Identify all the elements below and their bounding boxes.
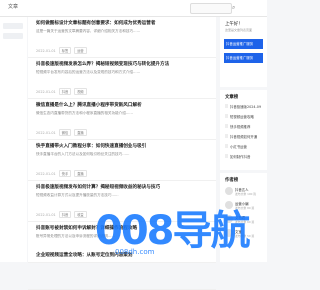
article-snippet: 这是一篇关于运营的文章摘要内容，详细介绍相关方法和技巧…… [36,29,141,33]
left-nav-item[interactable] [3,23,23,29]
ad-text: 抖音运营推广服务 [226,42,254,46]
article-title[interactable]: 抖音极速版视频发表怎么弄？揭秘短视频变现技巧与转化提升方法 [36,62,169,68]
ad-text: 抖音运营推广服务 [226,56,254,60]
left-nav-item[interactable] [3,33,23,39]
article-meta: 2022-01-01 抖音 收益 [36,211,87,218]
article-meta: 2022-01-01 微信 直播 [36,129,87,136]
recommend-section-title: 文章榜 [225,95,239,100]
article-title[interactable]: 抖音极速版视频发布如何计算？揭秘短视频收益的秘诀与技巧 [36,185,160,191]
article-item[interactable]: 如何做图标设计文章标题有创意要求：如何成为优秀运营者 这是一篇关于运营的文章摘要… [28,17,216,58]
top-navigation-bar: 文章 ⌕ [0,0,267,17]
article-tag[interactable]: 标签 [58,47,72,54]
recommend-item[interactable]: 快手视频推荐 [225,124,250,129]
recommend-item[interactable]: 抖音视频如何开通 [225,134,257,139]
article-tag[interactable]: 收益 [74,211,87,218]
recommend-item[interactable]: 抖音极速版2024-09 [225,104,261,109]
recommend-card: 文章榜 抖音极速版2024-09 短视频运营攻略 快手视频推荐 抖音视频如何开通… [220,90,267,170]
article-title[interactable]: 如何做图标设计文章标题有创意要求：如何成为优秀运营者 [36,21,155,27]
article-tag[interactable]: 直播 [74,129,87,136]
article-meta: 2022-01-01 标签 运营 [36,47,87,54]
welcome-title: 上午好！ [225,22,243,27]
article-tag[interactable]: 微信 [58,129,72,136]
left-navigation [0,17,27,262]
article-tag[interactable]: 运营 [74,47,87,54]
search-icon[interactable]: ⌕ [232,4,235,12]
article-snippet: 短视频平台发布内容后的运营方法以及变现的技巧和方式介绍…… [36,70,141,74]
welcome-subtitle: 这里是文章列表页面 [225,28,253,32]
article-tag[interactable]: 直播 [74,170,87,177]
article-item[interactable]: 抖音极速版视频发表怎么弄？揭秘短视频变现技巧与转化提升方法 短视频平台发布内容后… [28,58,216,99]
watermark-url: 008dh.com [115,248,155,256]
article-item[interactable]: 微信直播是什么上？腾讯直播小程序带货新风口解析 微信生态内直播带货的方法和小程序… [28,99,216,140]
article-tag[interactable]: 抖音 [58,211,72,218]
search-input[interactable] [190,3,232,14]
recommend-item[interactable]: 短视频运营攻略 [225,114,254,119]
article-title[interactable]: 微信直播是什么上？腾讯直播小程序带货新风口解析 [36,103,142,109]
welcome-card: 上午好！ 这里是文章列表页面 抖音运营推广服务 抖音运营推广服务 [220,17,267,87]
article-title[interactable]: 快手直播带火入门教程分享：如何快速直播创业与吸引 [36,144,146,150]
authors-section-title: 作者榜 [225,178,239,183]
article-meta: 2022-01-01 快手 直播 [36,170,87,177]
ad-banner[interactable]: 抖音运营推广服务 [224,53,263,63]
article-tag[interactable]: 快手 [58,170,72,177]
site-brand[interactable]: 文章 [8,3,18,10]
article-date: 2022-01-01 [36,49,56,53]
article-meta: 2022-01-01 抖音 视频 [36,88,87,95]
article-date: 2022-01-01 [36,90,56,94]
article-tag[interactable]: 抖音 [58,88,72,95]
article-item[interactable]: 快手直播带火入门教程分享：如何快速直播创业与吸引 快手直播平台的入门方法以及如何… [28,140,216,181]
avatar [225,187,233,195]
recommend-item[interactable]: 如何制作抖音 [225,154,250,159]
article-date: 2022-01-01 [36,213,56,217]
article-snippet: 微信生态内直播带货的方法和小程序直播的相关功能介绍…… [36,111,134,115]
article-tag[interactable]: 视频 [74,88,87,95]
ad-banner[interactable]: 抖音运营推广服务 [224,39,263,49]
author-stats: 发布文章 100 篇 [235,192,257,196]
article-snippet: 快手直播平台的入门方法以及如何吸引粉丝关注的技巧…… [36,152,130,156]
recommend-item[interactable]: 小红书运营 [225,144,247,149]
article-date: 2022-01-01 [36,131,56,135]
article-date: 2022-01-01 [36,172,56,176]
author-item[interactable]: 抖音达人 发布文章 100 篇 [225,187,265,197]
